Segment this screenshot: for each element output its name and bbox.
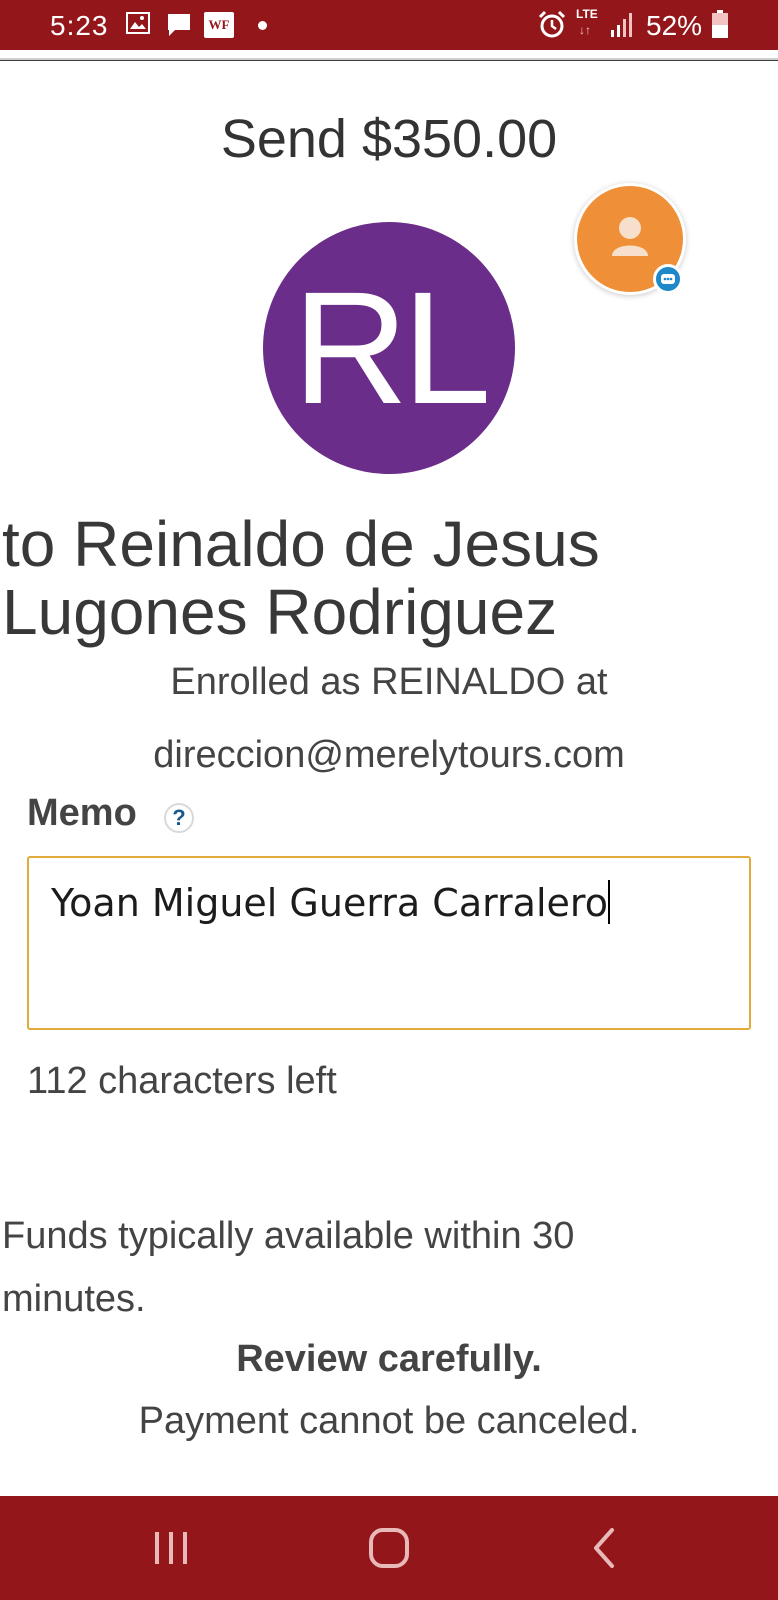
- chars-left-counter: 112 characters left: [27, 1060, 337, 1102]
- lte-icon: LTE: [576, 7, 598, 21]
- funds-availability-text: Funds typically available within 30 minu…: [2, 1215, 575, 1320]
- memo-text: Yoan Miguel Guerra Carralero: [51, 880, 610, 925]
- page-title: Send $350.00: [220, 109, 558, 169]
- review-warning-title: Review carefully.: [236, 1338, 542, 1380]
- recents-icon[interactable]: [145, 1522, 197, 1574]
- recipient-name: to Reinaldo de Jesus Lugones Rodriguez: [2, 508, 600, 648]
- data-arrows-icon: ↓↑: [579, 23, 591, 37]
- status-time: 5:23: [50, 10, 109, 41]
- chat-badge-icon: [653, 264, 683, 294]
- memo-label: Memo: [27, 792, 137, 834]
- wf-icon: WF: [204, 12, 234, 38]
- battery-icon: [712, 10, 728, 38]
- image-icon: [126, 12, 150, 34]
- navigation-bar: [0, 1496, 778, 1600]
- text-caret: [607, 880, 610, 924]
- recipient-avatar: RL: [263, 222, 515, 474]
- message-icon: [168, 14, 190, 36]
- alarm-icon: [538, 10, 566, 38]
- header-divider-line: [0, 60, 778, 61]
- home-icon[interactable]: [363, 1522, 415, 1574]
- signal-icon: [611, 13, 632, 37]
- battery-percent: 52%: [646, 10, 703, 41]
- recipient-email: direccion@merelytours.com: [153, 734, 625, 776]
- back-icon[interactable]: [580, 1522, 632, 1574]
- memo-input[interactable]: Yoan Miguel Guerra Carralero: [27, 856, 751, 1030]
- status-bar: 5:23 WF LTE ↓↑ 52%: [0, 0, 778, 50]
- review-warning-text: Payment cannot be canceled.: [138, 1400, 640, 1442]
- notification-dot-icon: [258, 21, 267, 30]
- memo-value: Yoan Miguel Guerra Carralero: [51, 881, 608, 925]
- enrolled-label: Enrolled as REINALDO at: [170, 661, 608, 703]
- help-icon[interactable]: ?: [164, 803, 194, 833]
